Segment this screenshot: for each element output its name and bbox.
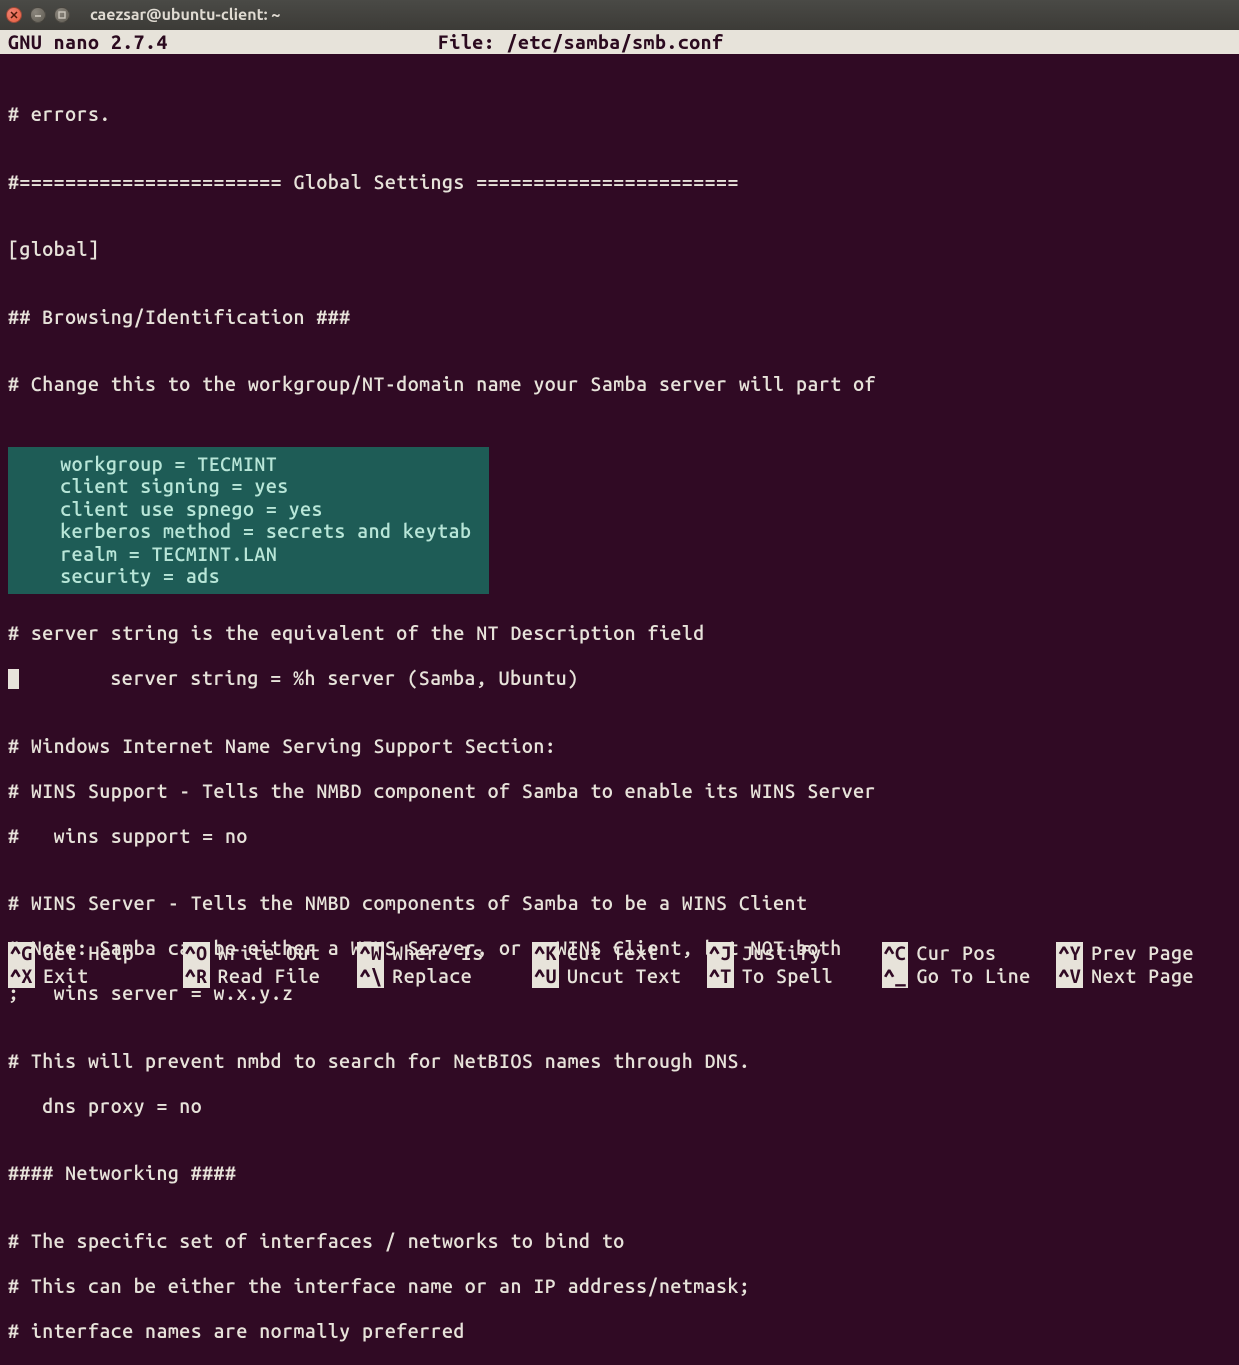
close-icon xyxy=(9,10,19,20)
shortcut-row-1: ^GGet Help ^OWrite Out ^WWhere Is ^KCut … xyxy=(8,942,1231,965)
line: # wins support = no xyxy=(8,825,1231,848)
config-line: security = ads xyxy=(26,565,471,588)
shortcut-next-page[interactable]: ^VNext Page xyxy=(1056,965,1231,988)
shortcut-exit[interactable]: ^XExit xyxy=(8,965,183,988)
nano-statusbar: GNU nano 2.7.4 File: /etc/samba/smb.conf xyxy=(0,30,1239,54)
nano-file-label: File: /etc/samba/smb.conf xyxy=(438,31,1231,53)
line: dns proxy = no xyxy=(8,1095,1231,1118)
cursor-line: server string = %h server (Samba, Ubuntu… xyxy=(8,667,1231,690)
maximize-icon xyxy=(57,10,67,20)
line: ## Browsing/Identification ### xyxy=(8,306,1231,329)
config-line: realm = TECMINT.LAN xyxy=(26,543,471,566)
line: # interface names are normally preferred xyxy=(8,1320,1231,1343)
shortcut-go-to-line[interactable]: ^_Go To Line xyxy=(882,965,1057,988)
titlebar: caezsar@ubuntu-client: ~ xyxy=(0,0,1239,30)
line: #======================= Global Settings… xyxy=(8,171,1231,194)
window-title: caezsar@ubuntu-client: ~ xyxy=(90,6,280,24)
highlighted-config-block: workgroup = TECMINT client signing = yes… xyxy=(8,447,489,594)
shortcut-replace[interactable]: ^\Replace xyxy=(357,965,532,988)
line: [global] xyxy=(8,238,1231,261)
shortcut-prev-page[interactable]: ^YPrev Page xyxy=(1056,942,1231,965)
minimize-icon xyxy=(33,10,43,20)
line: # This can be either the interface name … xyxy=(8,1275,1231,1298)
line: # errors. xyxy=(8,103,1231,126)
shortcut-cur-pos[interactable]: ^CCur Pos xyxy=(882,942,1057,965)
line: #### Networking #### xyxy=(8,1162,1231,1185)
line: # server string is the equivalent of the… xyxy=(8,622,1231,645)
shortcut-justify[interactable]: ^JJustify xyxy=(707,942,882,965)
close-button[interactable] xyxy=(6,7,22,23)
shortcut-to-spell[interactable]: ^TTo Spell xyxy=(707,965,882,988)
text-cursor xyxy=(8,669,19,689)
shortcut-uncut-text[interactable]: ^UUncut Text xyxy=(532,965,707,988)
minimize-button[interactable] xyxy=(30,7,46,23)
config-line: client signing = yes xyxy=(26,475,471,498)
window-controls xyxy=(6,7,70,23)
nano-shortcuts: ^GGet Help ^OWrite Out ^WWhere Is ^KCut … xyxy=(0,942,1239,992)
shortcut-cut-text[interactable]: ^KCut Text xyxy=(532,942,707,965)
shortcut-get-help[interactable]: ^GGet Help xyxy=(8,942,183,965)
line: # Change this to the workgroup/NT-domain… xyxy=(8,373,1231,396)
shortcut-where-is[interactable]: ^WWhere Is xyxy=(357,942,532,965)
config-line: workgroup = TECMINT xyxy=(26,453,471,476)
line: # WINS Server - Tells the NMBD component… xyxy=(8,892,1231,915)
line: # The specific set of interfaces / netwo… xyxy=(8,1230,1231,1253)
line: # This will prevent nmbd to search for N… xyxy=(8,1050,1231,1073)
line: # WINS Support - Tells the NMBD componen… xyxy=(8,780,1231,803)
shortcut-row-2: ^XExit ^RRead File ^\Replace ^UUncut Tex… xyxy=(8,965,1231,988)
line: # Windows Internet Name Serving Support … xyxy=(8,735,1231,758)
shortcut-read-file[interactable]: ^RRead File xyxy=(183,965,358,988)
maximize-button[interactable] xyxy=(54,7,70,23)
editor-area[interactable]: # errors. #======================= Globa… xyxy=(0,54,1239,1365)
shortcut-write-out[interactable]: ^OWrite Out xyxy=(183,942,358,965)
config-line: client use spnego = yes xyxy=(26,498,471,521)
nano-app-label: GNU nano 2.7.4 xyxy=(8,31,438,53)
config-line: kerberos method = secrets and keytab xyxy=(26,520,471,543)
